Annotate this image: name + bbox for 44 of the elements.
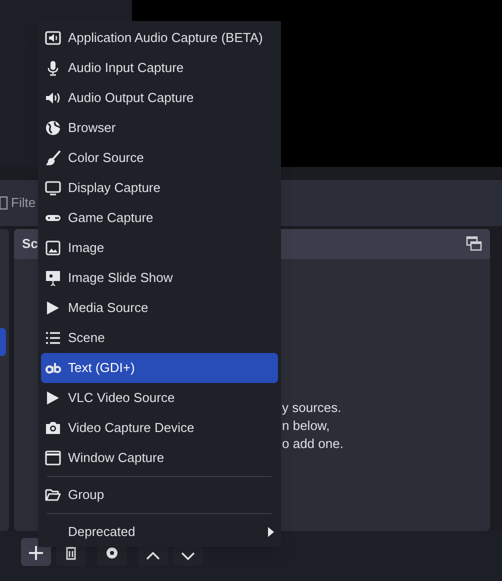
menu-item[interactable]: Browser (41, 113, 278, 143)
menu-item[interactable]: Media Source (41, 293, 278, 323)
paintbrush-icon (45, 150, 61, 166)
list-icon (45, 330, 61, 346)
menu-item[interactable]: Audio Input Capture (41, 53, 278, 83)
menu-item[interactable]: VLC Video Source (41, 383, 278, 413)
chevron-down-icon (181, 552, 195, 560)
submenu-arrow-icon (268, 527, 274, 537)
trash-icon (65, 546, 77, 560)
submenu-item[interactable]: Deprecated (41, 517, 278, 547)
slideshow-icon (45, 270, 61, 286)
menu-item[interactable]: Audio Output Capture (41, 83, 278, 113)
undock-icon (466, 236, 482, 252)
menu-item[interactable]: Video Capture Device (41, 413, 278, 443)
menu-item[interactable]: Color Source (41, 143, 278, 173)
hint-text: n below, (282, 417, 331, 435)
filter-icon (0, 196, 8, 210)
menu-item[interactable]: Text (GDI+) (41, 353, 278, 383)
image-icon (45, 240, 61, 256)
folder-icon (45, 487, 61, 503)
menu-item[interactable]: Image Slide Show (41, 263, 278, 293)
speaker-icon (45, 90, 61, 106)
menu-item[interactable]: Application Audio Capture (BETA) (41, 23, 278, 53)
camera-icon (45, 420, 61, 436)
chevron-up-icon (146, 552, 160, 560)
play-icon (45, 300, 61, 316)
window-icon (45, 450, 61, 466)
microphone-icon (45, 60, 61, 76)
hint-text: o add one. (282, 435, 344, 453)
text-icon (45, 360, 61, 376)
speaker-box-icon (45, 30, 61, 46)
menu-item[interactable]: Window Capture (41, 443, 278, 473)
filter-label: Filte (11, 194, 36, 212)
monitor-icon (45, 180, 61, 196)
add-icon (29, 546, 43, 560)
globe-icon (45, 120, 61, 136)
menu-item[interactable]: Scene (41, 323, 278, 353)
panel-title: Sc (22, 235, 38, 254)
menu-item[interactable]: Image (41, 233, 278, 263)
play-icon (45, 390, 61, 406)
menu-item[interactable]: Game Capture (41, 203, 278, 233)
menu-item[interactable]: Group (41, 480, 278, 510)
hint-text: y sources. (282, 399, 342, 417)
menu-item[interactable]: Display Capture (41, 173, 278, 203)
